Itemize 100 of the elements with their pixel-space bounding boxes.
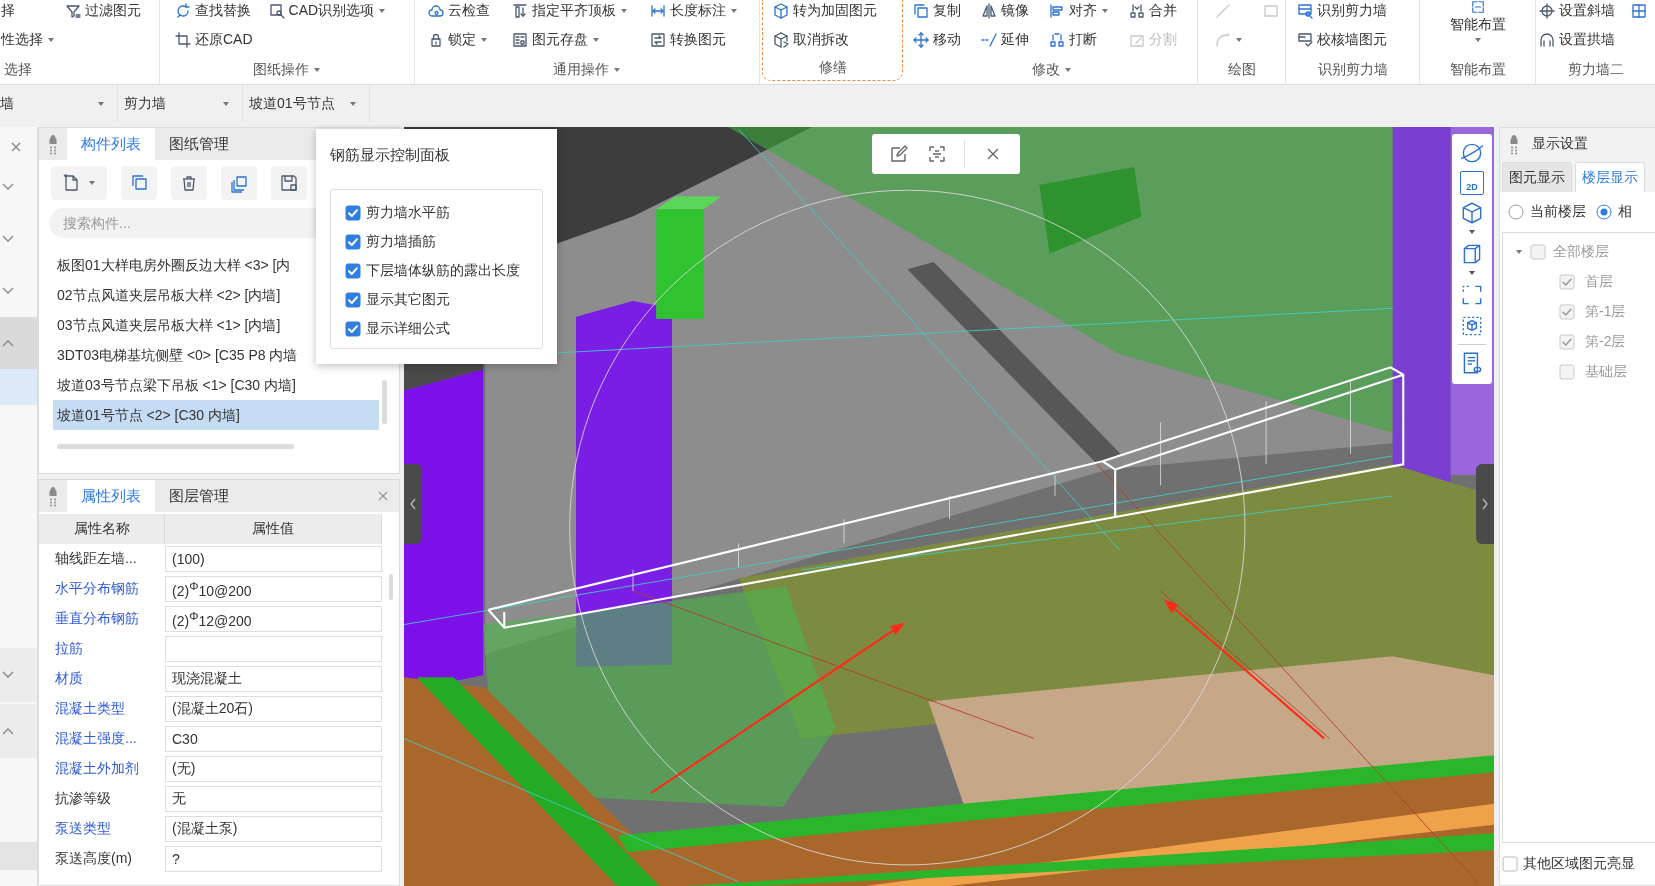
lock-icon (428, 32, 444, 48)
toolbar-button[interactable] (121, 166, 157, 200)
property-value-field[interactable]: 无 (165, 786, 382, 812)
caret-icon[interactable] (1468, 228, 1476, 236)
caret-icon[interactable] (1063, 66, 1072, 74)
checkbox[interactable] (345, 291, 361, 308)
chevron-down-icon[interactable] (2, 235, 14, 243)
caret-icon[interactable] (1468, 269, 1476, 277)
property-name: 水平分布钢筋 (54, 580, 140, 598)
edit-icon[interactable] (888, 144, 909, 164)
property-name: 混凝土强度... (54, 730, 138, 748)
chevron-down-icon[interactable] (2, 183, 14, 191)
tree-label: 基础层 (1585, 363, 1627, 381)
drag-handle-icon[interactable] (49, 145, 57, 155)
side-panel-toggle[interactable] (404, 464, 422, 544)
property-value-field[interactable] (165, 636, 382, 662)
property-value-field[interactable]: (2)$^{Φ}$12@200 (165, 606, 382, 632)
ribbon-button[interactable]: 过滤图元 (64, 0, 142, 22)
ribbon-button[interactable]: 择 (0, 0, 16, 22)
caret-icon[interactable] (313, 66, 321, 74)
ribbon-button[interactable]: 校核墙图元 (1296, 29, 1388, 51)
ribbon-button[interactable]: CAD识别选项 (267, 0, 388, 22)
ribbon-button[interactable]: 对齐 (1048, 0, 1110, 22)
group-label: 修改 (1031, 61, 1060, 79)
lock-icon[interactable] (48, 485, 58, 496)
property-value-field[interactable]: ? (165, 846, 382, 872)
close-icon[interactable] (377, 490, 389, 502)
ribbon-button[interactable]: 设置斜墙 (1538, 0, 1616, 22)
2d-view-button[interactable]: 2D (1460, 171, 1484, 195)
component-item[interactable]: 坡道03号节点梁下吊板 <1> [C30 内墙] (39, 370, 379, 400)
chevron-down-icon[interactable] (2, 287, 14, 295)
lock-icon[interactable] (1509, 133, 1519, 144)
property-name: 混凝土外加剂 (54, 760, 140, 778)
checkbox[interactable] (345, 320, 361, 337)
property-value-field[interactable]: (混凝土20石) (165, 696, 382, 722)
ribbon-button[interactable]: 取消拆改 (772, 29, 850, 51)
caret-icon (97, 99, 105, 108)
wall-check-icon (1297, 32, 1313, 48)
close-icon[interactable] (10, 141, 22, 153)
property-value-field[interactable]: (无) (165, 756, 382, 782)
ribbon-button[interactable]: 长度标注 (649, 0, 739, 22)
panel-tab[interactable]: 属性列表 (67, 480, 155, 512)
checkbox[interactable] (1502, 856, 1518, 872)
section-toggle[interactable] (0, 317, 37, 369)
property-value-field[interactable]: (100) (165, 546, 382, 572)
ribbon-button[interactable]: 智能布置 (1445, 0, 1510, 44)
vertical-scrollbar[interactable] (389, 574, 393, 600)
checkbox[interactable] (345, 204, 361, 221)
toolbar-button[interactable] (271, 166, 307, 200)
property-value-field[interactable]: (混凝土泵) (165, 816, 382, 842)
property-value-field[interactable]: C30 (165, 726, 382, 752)
panel-tab[interactable]: 楼层显示 (1575, 162, 1645, 192)
ribbon-button[interactable]: 指定平齐顶板 (511, 0, 629, 22)
ribbon-button[interactable]: 图元存盘 (511, 29, 601, 51)
ribbon-button[interactable]: 还原CAD (174, 29, 254, 51)
toolbar-button[interactable] (51, 166, 107, 200)
ribbon-button[interactable]: 移动 (912, 29, 962, 51)
filter-dropdown[interactable]: 墙 (0, 85, 118, 122)
ribbon-button[interactable]: 锁定 (427, 29, 489, 51)
ribbon-button[interactable]: 合并 (1128, 0, 1178, 22)
panel-tab[interactable]: 构件列表 (67, 128, 155, 160)
caret-icon[interactable] (613, 66, 621, 74)
ribbon-button[interactable]: 延伸 (980, 29, 1030, 51)
ribbon-button[interactable]: 识别剪力墙 (1296, 0, 1388, 22)
side-panel-toggle[interactable] (1476, 464, 1494, 544)
cube-icon (773, 3, 789, 19)
tree-label: 第-2层 (1585, 333, 1626, 351)
tree-label: 第-1层 (1585, 303, 1626, 321)
checkbox[interactable] (345, 262, 361, 279)
layout-icon (1470, 0, 1485, 14)
scan-icon[interactable] (926, 144, 947, 164)
drag-handle-icon[interactable] (1510, 145, 1518, 155)
toolbar-button[interactable] (221, 166, 257, 200)
property-name: 拉筋 (54, 640, 84, 658)
ribbon-button[interactable]: 镜像 (980, 0, 1030, 22)
vertical-scrollbar[interactable] (382, 380, 387, 424)
section-toggle[interactable] (0, 648, 37, 702)
toolbar-button[interactable] (171, 166, 207, 200)
ribbon-button[interactable]: 查找替换 (174, 0, 252, 22)
ribbon-button[interactable]: 云检查 (427, 0, 491, 22)
component-item[interactable]: 坡道01号节点 <2> [C30 内墙] (53, 400, 379, 430)
radio-button[interactable] (1508, 204, 1524, 220)
checkbox[interactable] (345, 233, 361, 250)
panel-tab[interactable]: 图纸管理 (155, 128, 243, 160)
ribbon-button[interactable]: 设置拱墙 (1538, 29, 1616, 51)
drag-handle-icon[interactable] (49, 497, 57, 507)
horizontal-scrollbar[interactable] (57, 444, 294, 449)
ribbon-button[interactable]: 转换图元 (649, 29, 727, 51)
panel-tab[interactable]: 图层管理 (155, 480, 243, 512)
radio-button[interactable] (1596, 204, 1612, 220)
panel-tab[interactable]: 图元显示 (1502, 162, 1572, 192)
property-value-field[interactable]: (2)$^{Φ}$10@200 (165, 576, 382, 602)
ribbon-button[interactable]: 转为加固图元 (772, 0, 878, 22)
section-toggle[interactable] (0, 704, 37, 758)
property-value-field[interactable]: 现浇混凝土 (165, 666, 382, 692)
ribbon-button[interactable]: 性选择 (0, 29, 56, 51)
ribbon-button[interactable]: 打断 (1048, 29, 1098, 51)
lock-icon[interactable] (48, 133, 58, 144)
extend-icon (981, 32, 997, 48)
ribbon-button[interactable]: 复制 (912, 0, 962, 22)
